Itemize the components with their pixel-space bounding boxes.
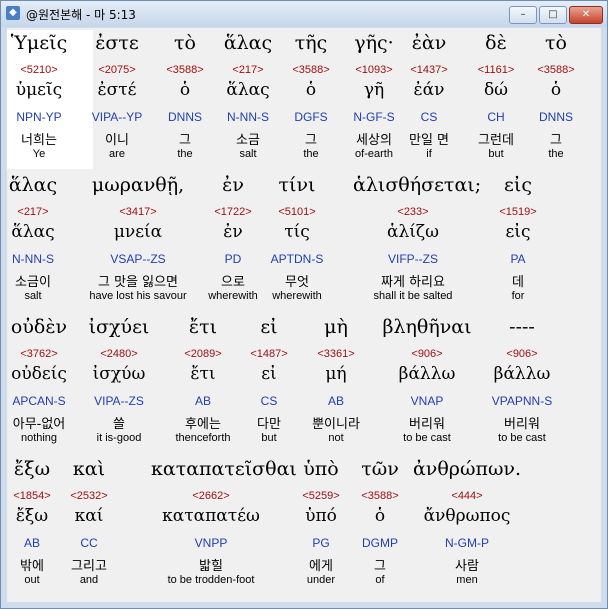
korean-gloss[interactable]: 그리고 <box>29 555 149 574</box>
english-gloss[interactable]: the <box>496 148 601 160</box>
korean-gloss[interactable]: 그 <box>496 129 601 148</box>
morphology-code[interactable]: VIFP--ZS <box>353 252 473 266</box>
app-window: ◆ @원전본해 - 마 5:13 – □ ✕ Ὑμεῖς <5210> ὑμεῖς N… <box>0 0 608 609</box>
lemma[interactable]: τίς <box>237 222 357 242</box>
morphology-code[interactable]: VNPP <box>151 536 271 550</box>
app-icon: ◆ <box>6 6 20 20</box>
morphology-code[interactable]: DNNS <box>496 110 601 124</box>
minimize-button[interactable]: – <box>509 6 537 24</box>
korean-gloss[interactable]: 데 <box>458 271 578 290</box>
greek-word[interactable]: ἁλισθήσεται; <box>353 174 481 196</box>
english-gloss[interactable]: and <box>29 574 149 586</box>
strong-number[interactable]: <906> <box>462 348 582 360</box>
morphology-code[interactable]: PA <box>458 252 578 266</box>
morphology-code[interactable]: N-GM-P <box>407 536 527 550</box>
english-gloss[interactable]: for <box>458 290 578 302</box>
strong-number[interactable]: <233> <box>353 206 473 218</box>
lemma[interactable]: βάλλω <box>462 364 582 384</box>
korean-gloss[interactable]: 버리워 <box>462 413 582 432</box>
interlinear-panel: Ὑμεῖς <5210> ὑμεῖς NPN-YP 너희는 Ye ἐστε <2075> ἐστ… <box>7 28 601 602</box>
morphology-code[interactable]: VPAPNN-S <box>462 394 582 408</box>
english-gloss[interactable]: men <box>407 574 527 586</box>
lemma[interactable]: ἁλίζω <box>353 222 473 242</box>
korean-gloss[interactable]: 밟힐 <box>151 555 271 574</box>
strong-number[interactable]: <2532> <box>29 490 149 502</box>
lemma[interactable]: ἄνθρωπος <box>407 506 527 526</box>
strong-number[interactable]: <444> <box>407 490 527 502</box>
korean-gloss[interactable]: 짜게 하리요 <box>353 271 473 290</box>
greek-word[interactable]: εἰς <box>458 174 578 196</box>
window-title: @원전본해 - 마 5:13 <box>26 8 136 22</box>
strong-number[interactable]: <3588> <box>496 64 601 76</box>
strong-number[interactable]: <2662> <box>151 490 271 502</box>
lemma[interactable]: εἰς <box>458 222 578 242</box>
english-gloss[interactable]: shall it be salted <box>353 290 473 302</box>
strong-number[interactable]: <5101> <box>237 206 357 218</box>
morphology-code[interactable]: CC <box>29 536 149 550</box>
close-button[interactable]: ✕ <box>569 6 603 24</box>
lemma[interactable]: ὁ <box>496 80 601 100</box>
greek-word[interactable]: τὸ <box>496 32 601 54</box>
maximize-button[interactable]: □ <box>539 6 567 24</box>
greek-word[interactable]: τίνι <box>237 174 357 196</box>
title-bar[interactable]: ◆ @원전본해 - 마 5:13 – □ ✕ <box>1 1 607 27</box>
strong-number[interactable]: <1519> <box>458 206 578 218</box>
greek-word[interactable]: ---- <box>462 316 582 338</box>
english-gloss[interactable]: to be trodden-foot <box>151 574 271 586</box>
greek-word[interactable]: καὶ <box>29 458 149 480</box>
greek-word[interactable]: καταπατεῖσθαι <box>151 458 297 480</box>
lemma[interactable]: καί <box>29 506 149 526</box>
korean-gloss[interactable]: 무엇 <box>237 271 357 290</box>
morphology-code[interactable]: APTDN-S <box>237 252 357 266</box>
greek-word[interactable]: ἀνθρώπων. <box>407 458 527 480</box>
korean-gloss[interactable]: 사람 <box>407 555 527 574</box>
english-gloss[interactable]: wherewith <box>237 290 357 302</box>
lemma[interactable]: καταπατέω <box>151 506 271 526</box>
english-gloss[interactable]: to be cast <box>462 432 582 444</box>
